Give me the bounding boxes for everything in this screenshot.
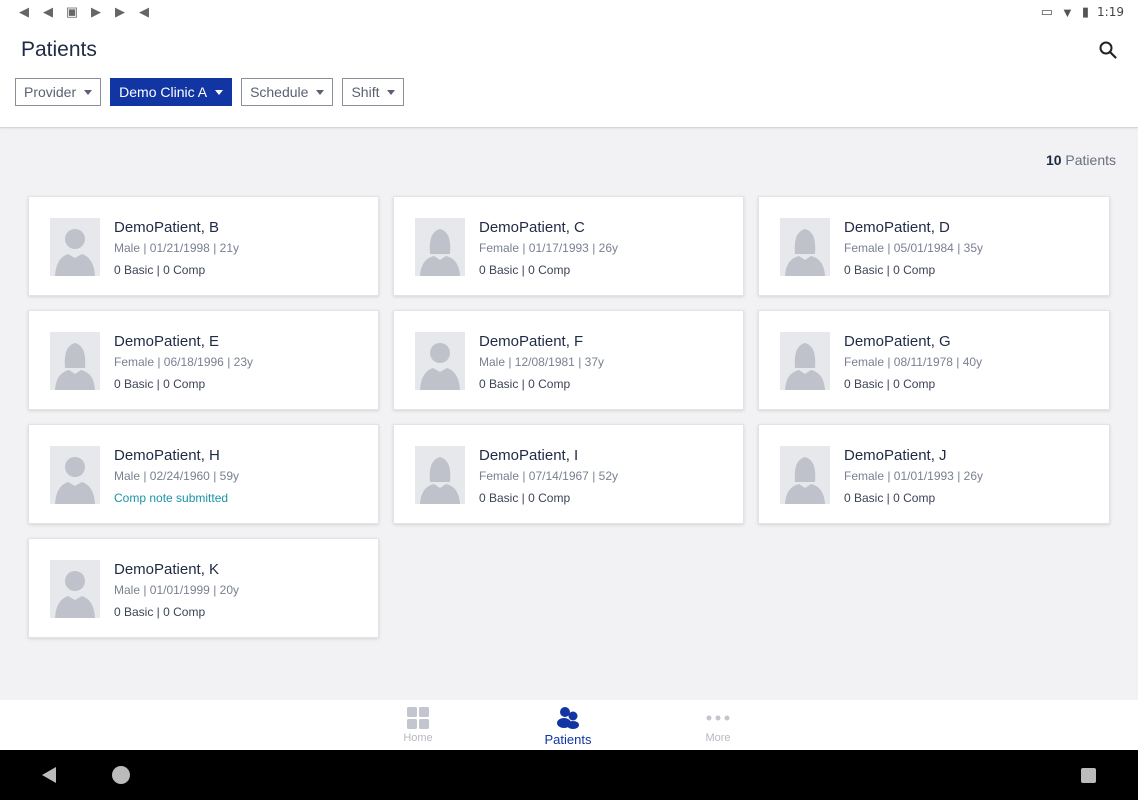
patient-count-number: 10 (1045, 152, 1062, 168)
filter-label: Demo Clinic A (119, 84, 208, 100)
nav-label: Patients (544, 732, 592, 747)
bottom-navigation: Home Patients More (0, 700, 1138, 750)
provider-filter[interactable]: Provider (15, 78, 102, 106)
send-icon: ◀ (19, 4, 29, 19)
male-avatar-icon (415, 332, 465, 390)
caret-down-icon (215, 89, 224, 95)
patient-demographics: Female | 05/01/1984 | 35y (844, 241, 983, 255)
patient-demographics: Female | 01/01/1993 | 26y (844, 469, 983, 483)
system-navigation-bar (0, 750, 1138, 800)
patient-note-status: Comp note submitted (114, 491, 229, 505)
female-avatar-icon (780, 218, 830, 276)
patient-name: DemoPatient, I (479, 447, 579, 464)
patient-note-status: 0 Basic | 0 Comp (479, 491, 571, 505)
status-bar: ◀ ◀ ▣ ▶ ▶ ◀ ▭ ▼ ▮ 1:19 (0, 0, 1138, 24)
caret-down-icon (84, 89, 93, 95)
caret-down-icon (316, 89, 325, 95)
patient-card[interactable]: DemoPatient, H Male | 02/24/1960 | 59y Com… (28, 424, 379, 524)
filter-label: Shift (351, 84, 380, 100)
patient-name: DemoPatient, J (844, 447, 947, 464)
female-avatar-icon (50, 332, 100, 390)
page-title: Patients (21, 38, 97, 61)
grid-icon (407, 707, 429, 729)
patient-name: DemoPatient, D (844, 219, 950, 236)
patient-name: DemoPatient, E (114, 333, 220, 350)
patient-card[interactable]: DemoPatient, F Male | 12/08/1981 | 37y 0 B… (393, 310, 744, 410)
caret-down-icon (387, 89, 396, 95)
filter-label: Schedule (250, 84, 309, 100)
patient-card[interactable]: DemoPatient, K Male | 01/01/1999 | 20y 0 B… (28, 538, 379, 638)
patient-card[interactable]: DemoPatient, I Female | 07/14/1967 | 52y 0… (393, 424, 744, 524)
patient-card[interactable]: DemoPatient, G Female | 08/11/1978 | 40y 0… (758, 310, 1110, 410)
patient-note-status: 0 Basic | 0 Comp (844, 377, 936, 391)
nav-label: Home (403, 732, 433, 744)
filter-bar: Provider Demo Clinic A Schedule Shift (15, 78, 405, 106)
image-icon: ▣ (65, 4, 79, 19)
patient-card[interactable]: DemoPatient, B Male | 01/21/1998 | 21y 0 B… (28, 196, 379, 296)
patient-grid: DemoPatient, B Male | 01/21/1998 | 21y 0 B… (28, 196, 1110, 638)
patient-demographics: Female | 06/18/1996 | 23y (114, 355, 253, 369)
recent-apps-icon[interactable] (1081, 768, 1096, 783)
shift-filter[interactable]: Shift (342, 78, 405, 106)
clinic-filter[interactable]: Demo Clinic A (110, 78, 233, 106)
patient-card[interactable]: DemoPatient, E Female | 06/18/1996 | 23y 0… (28, 310, 379, 410)
play-store-icon: ▶ (115, 4, 125, 19)
male-avatar-icon (50, 560, 100, 618)
female-avatar-icon (780, 446, 830, 504)
patient-note-status: 0 Basic | 0 Comp (114, 605, 206, 619)
cast-icon: ▭ (1040, 4, 1054, 19)
patient-demographics: Female | 07/14/1967 | 52y (479, 469, 618, 483)
patient-card[interactable]: DemoPatient, C Female | 01/17/1993 | 26y 0… (393, 196, 744, 296)
patient-card[interactable]: DemoPatient, D Female | 05/01/1984 | 35y 0… (758, 196, 1110, 296)
patient-demographics: Female | 01/17/1993 | 26y (479, 241, 618, 255)
patient-demographics: Female | 08/11/1978 | 40y (844, 355, 983, 369)
notification-icons: ◀ ◀ ▣ ▶ ▶ ◀ (16, 4, 152, 20)
male-avatar-icon (50, 446, 100, 504)
patient-demographics: Male | 01/21/1998 | 21y (114, 241, 239, 255)
patient-count-label: Patients (1065, 152, 1116, 168)
patient-name: DemoPatient, H (114, 447, 220, 464)
app-header: Patients Provider Demo Clinic A Schedule… (0, 24, 1138, 128)
filter-label: Provider (24, 84, 77, 100)
patient-name: DemoPatient, F (479, 333, 584, 350)
wifi-icon: ▼ (1061, 4, 1074, 20)
search-icon (1099, 41, 1117, 59)
nav-more[interactable]: More (678, 706, 758, 744)
system-icons: ▭ ▼ ▮ 1:19 (1041, 4, 1124, 20)
patient-demographics: Male | 01/01/1999 | 20y (114, 583, 239, 597)
play-store-icon: ▶ (91, 4, 101, 19)
patient-card[interactable]: DemoPatient, J Female | 01/01/1993 | 26y 0… (758, 424, 1110, 524)
back-icon[interactable] (42, 767, 56, 783)
patient-name: DemoPatient, K (114, 561, 220, 578)
battery-icon: ▮ (1081, 4, 1090, 19)
patient-note-status: 0 Basic | 0 Comp (844, 263, 936, 277)
male-avatar-icon (50, 218, 100, 276)
female-avatar-icon (415, 218, 465, 276)
patient-count: 10 Patients (1046, 152, 1116, 168)
patient-note-status: 0 Basic | 0 Comp (114, 377, 206, 391)
home-icon[interactable] (112, 766, 130, 784)
patient-note-status: 0 Basic | 0 Comp (844, 491, 936, 505)
send-icon: ◀ (139, 4, 149, 19)
patient-demographics: Male | 02/24/1960 | 59y (114, 469, 239, 483)
schedule-filter[interactable]: Schedule (241, 78, 334, 106)
patients-icon (557, 707, 579, 729)
send-icon: ◀ (43, 4, 53, 19)
patient-demographics: Male | 12/08/1981 | 37y (479, 355, 604, 369)
search-button[interactable] (1098, 40, 1118, 60)
patient-note-status: 0 Basic | 0 Comp (479, 263, 571, 277)
female-avatar-icon (780, 332, 830, 390)
patient-name: DemoPatient, C (479, 219, 585, 236)
nav-label: More (705, 732, 731, 744)
patient-name: DemoPatient, B (114, 219, 220, 236)
patient-note-status: 0 Basic | 0 Comp (114, 263, 206, 277)
nav-patients[interactable]: Patients (528, 706, 608, 747)
clock: 1:19 (1097, 5, 1124, 19)
nav-home[interactable]: Home (378, 706, 458, 744)
patient-name: DemoPatient, G (844, 333, 951, 350)
more-icon (706, 715, 730, 721)
patient-note-status: 0 Basic | 0 Comp (479, 377, 571, 391)
female-avatar-icon (415, 446, 465, 504)
